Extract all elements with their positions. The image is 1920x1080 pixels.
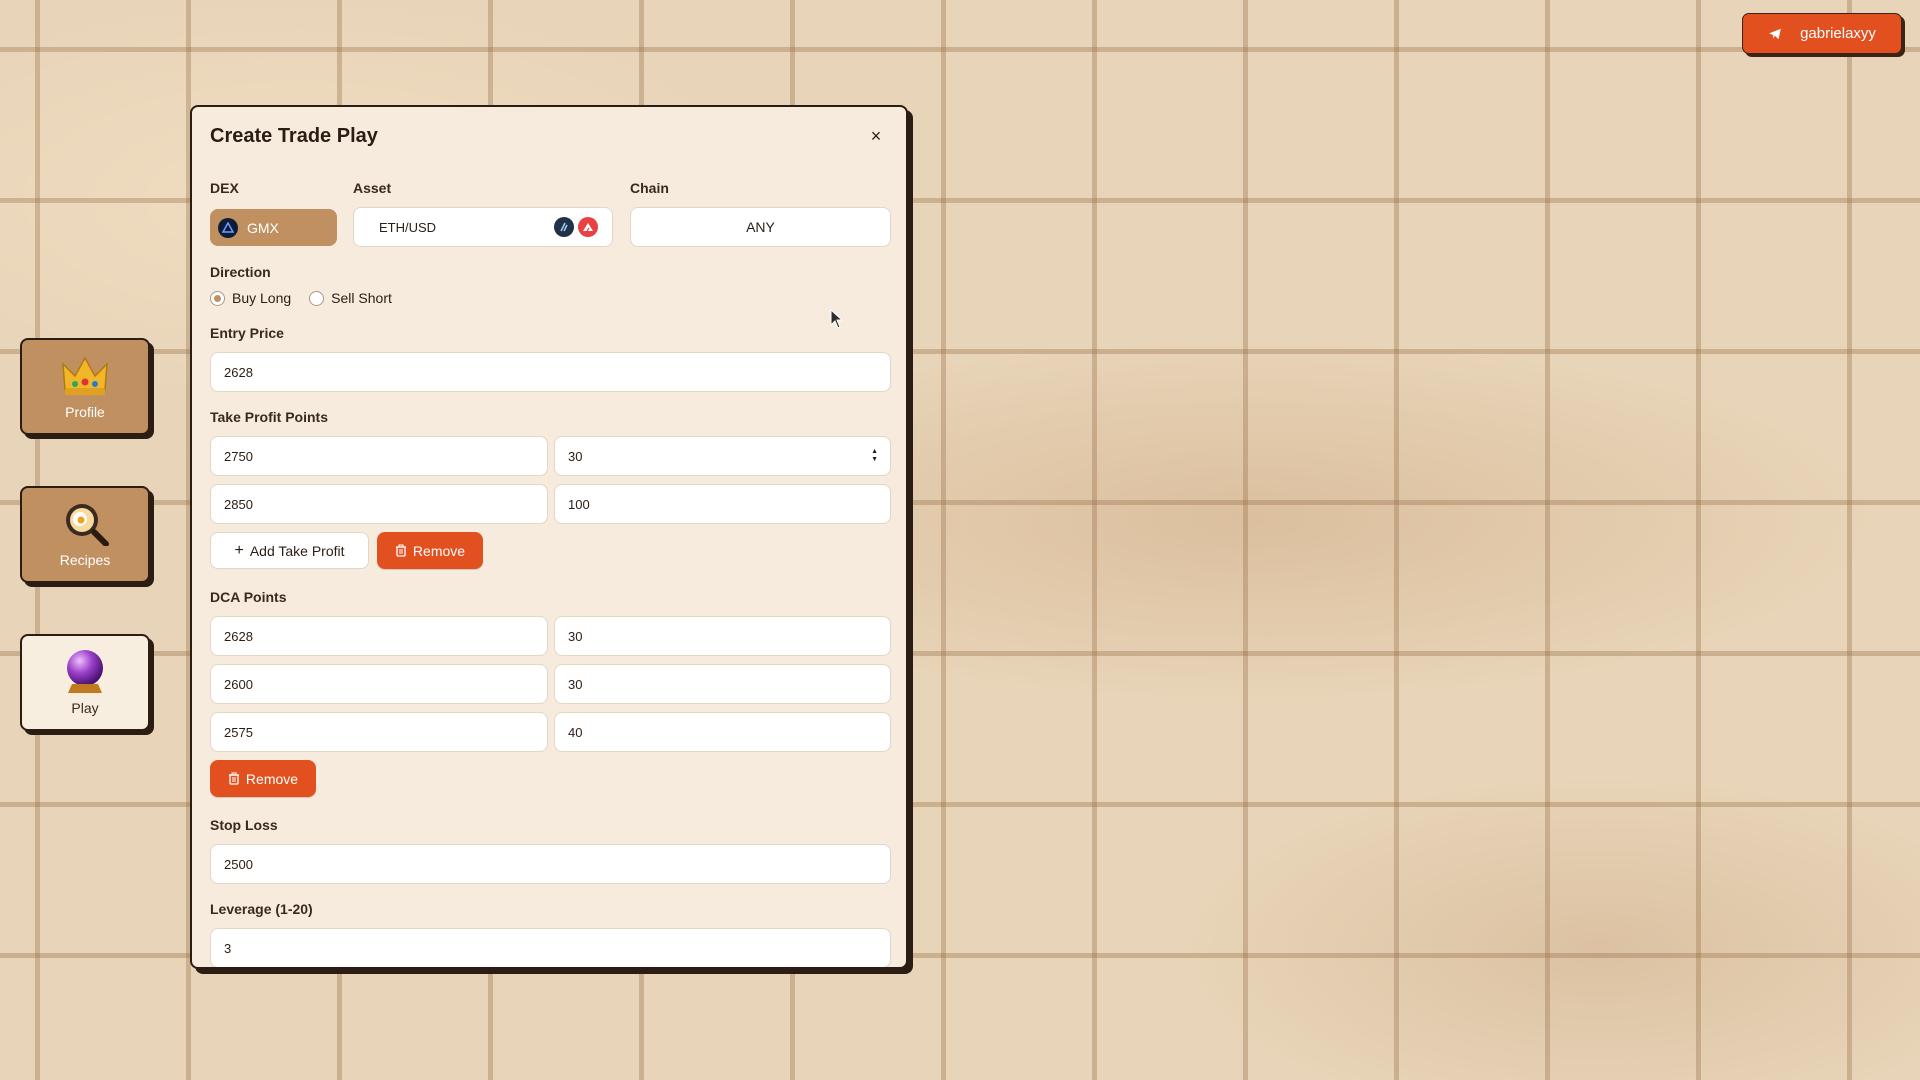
chain-select[interactable]: ANY [630, 207, 891, 247]
direction-radio-group: Buy Long Sell Short [210, 290, 410, 306]
create-trade-play-modal: Create Trade Play × DEX Asset Chain GMX … [190, 105, 908, 969]
field-value: 2575 [224, 724, 253, 740]
dca-percent-input[interactable]: 30 [554, 616, 891, 656]
entry-price-value: 2628 [224, 364, 253, 380]
radio-buy-long[interactable]: Buy Long [210, 290, 291, 306]
radio-button[interactable] [309, 290, 325, 306]
radio-button-selected[interactable] [210, 290, 225, 306]
button-label: Remove [245, 770, 299, 787]
arbitrum-icon [554, 217, 574, 237]
asset-select[interactable]: ETH/USD [353, 207, 613, 247]
field-value: 40 [568, 724, 583, 740]
take-profit-price-input[interactable]: 2750 [210, 436, 548, 476]
nav-label: Profile [65, 404, 105, 420]
radio-label: Buy Long [232, 290, 292, 306]
dca-points-label: DCA Points [210, 589, 287, 605]
field-value: 30 [568, 676, 583, 692]
field-value: 2600 [224, 676, 253, 692]
field-value: 100 [568, 496, 590, 512]
nav-label: Recipes [59, 552, 111, 568]
dca-price-input[interactable]: 2628 [210, 616, 548, 656]
magnifier-cooking-icon [66, 504, 109, 546]
chain-value: ANY [746, 219, 775, 235]
user-account-button[interactable]: gabrielaxyy [1742, 13, 1902, 54]
asset-value: ETH/USD [379, 219, 437, 235]
dca-percent-input[interactable]: 40 [554, 712, 891, 752]
gmx-icon [218, 217, 238, 238]
close-button[interactable]: × [864, 124, 888, 148]
trash-icon [228, 772, 239, 785]
leverage-label: Leverage (1-20) [210, 901, 313, 917]
nav-play[interactable]: Play [20, 634, 150, 731]
button-label: Remove [412, 542, 466, 559]
number-stepper-icon[interactable]: ▲ ▼ [871, 448, 878, 463]
radio-label: Sell Short [331, 290, 392, 306]
nav-recipes[interactable]: Recipes [20, 486, 150, 583]
field-value: 3 [224, 940, 232, 956]
leverage-input[interactable]: 3 [210, 928, 891, 967]
dex-label: DEX [210, 180, 239, 196]
asset-label: Asset [353, 180, 392, 196]
field-value: 30 [568, 628, 583, 644]
stop-loss-input[interactable]: 2500 [210, 844, 891, 884]
take-profit-label: Take Profit Points [210, 409, 328, 425]
field-value: 2628 [224, 628, 253, 644]
crystal-ball-icon [67, 650, 103, 693]
entry-price-input[interactable]: 2628 [210, 352, 891, 392]
stop-loss-label: Stop Loss [210, 817, 278, 833]
plus-icon: + [234, 541, 244, 559]
take-profit-percent-input[interactable]: 30 ▲ ▼ [554, 436, 891, 476]
button-label: Add Take Profit [249, 542, 345, 559]
take-profit-price-input[interactable]: 2850 [210, 484, 548, 524]
chain-label: Chain [630, 180, 669, 196]
take-profit-percent-input[interactable]: 100 [554, 484, 891, 524]
remove-take-profit-button[interactable]: Remove [377, 532, 483, 569]
nav-profile[interactable]: Profile [20, 338, 150, 435]
crown-icon [62, 356, 108, 395]
trash-icon [395, 544, 406, 557]
close-icon: × [870, 125, 882, 146]
field-value: 2750 [224, 448, 253, 464]
avalanche-icon [578, 217, 598, 237]
remove-dca-button[interactable]: Remove [210, 760, 316, 797]
dex-value: GMX [247, 219, 279, 236]
dca-percent-input[interactable]: 30 [554, 664, 891, 704]
field-value: 30 [568, 448, 583, 464]
modal-title: Create Trade Play [210, 125, 378, 147]
username-label: gabrielaxyy [1800, 25, 1876, 42]
mouse-pointer-icon [830, 309, 844, 329]
field-value: 2500 [224, 856, 253, 872]
nav-label: Play [71, 700, 99, 716]
add-take-profit-button[interactable]: + Add Take Profit [210, 532, 369, 569]
telegram-send-icon [1769, 28, 1781, 39]
field-value: 2850 [224, 496, 253, 512]
dex-select-button[interactable]: GMX [210, 209, 337, 246]
dca-price-input[interactable]: 2575 [210, 712, 548, 752]
dca-price-input[interactable]: 2600 [210, 664, 548, 704]
entry-price-label: Entry Price [210, 325, 284, 341]
radio-sell-short[interactable]: Sell Short [309, 290, 392, 306]
direction-label: Direction [210, 264, 271, 280]
